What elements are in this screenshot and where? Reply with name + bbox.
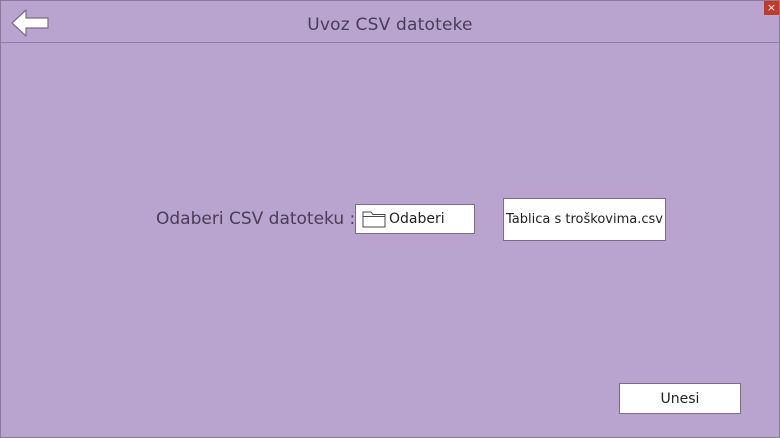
header-bar: Uvoz CSV datoteke ×: [1, 1, 779, 43]
choose-file-button[interactable]: Odaberi: [355, 204, 475, 234]
file-select-label: Odaberi CSV datoteku :: [156, 209, 356, 229]
folder-icon: [362, 211, 386, 228]
close-button[interactable]: ×: [764, 1, 779, 15]
selected-file-name: Tablica s troškovima.csv: [503, 198, 666, 241]
submit-button[interactable]: Unesi: [619, 383, 741, 414]
page-title: Uvoz CSV datoteke: [307, 15, 473, 35]
import-csv-window: Uvoz CSV datoteke × Odaberi CSV datoteku…: [0, 0, 780, 438]
choose-file-label: Odaberi: [389, 211, 445, 227]
